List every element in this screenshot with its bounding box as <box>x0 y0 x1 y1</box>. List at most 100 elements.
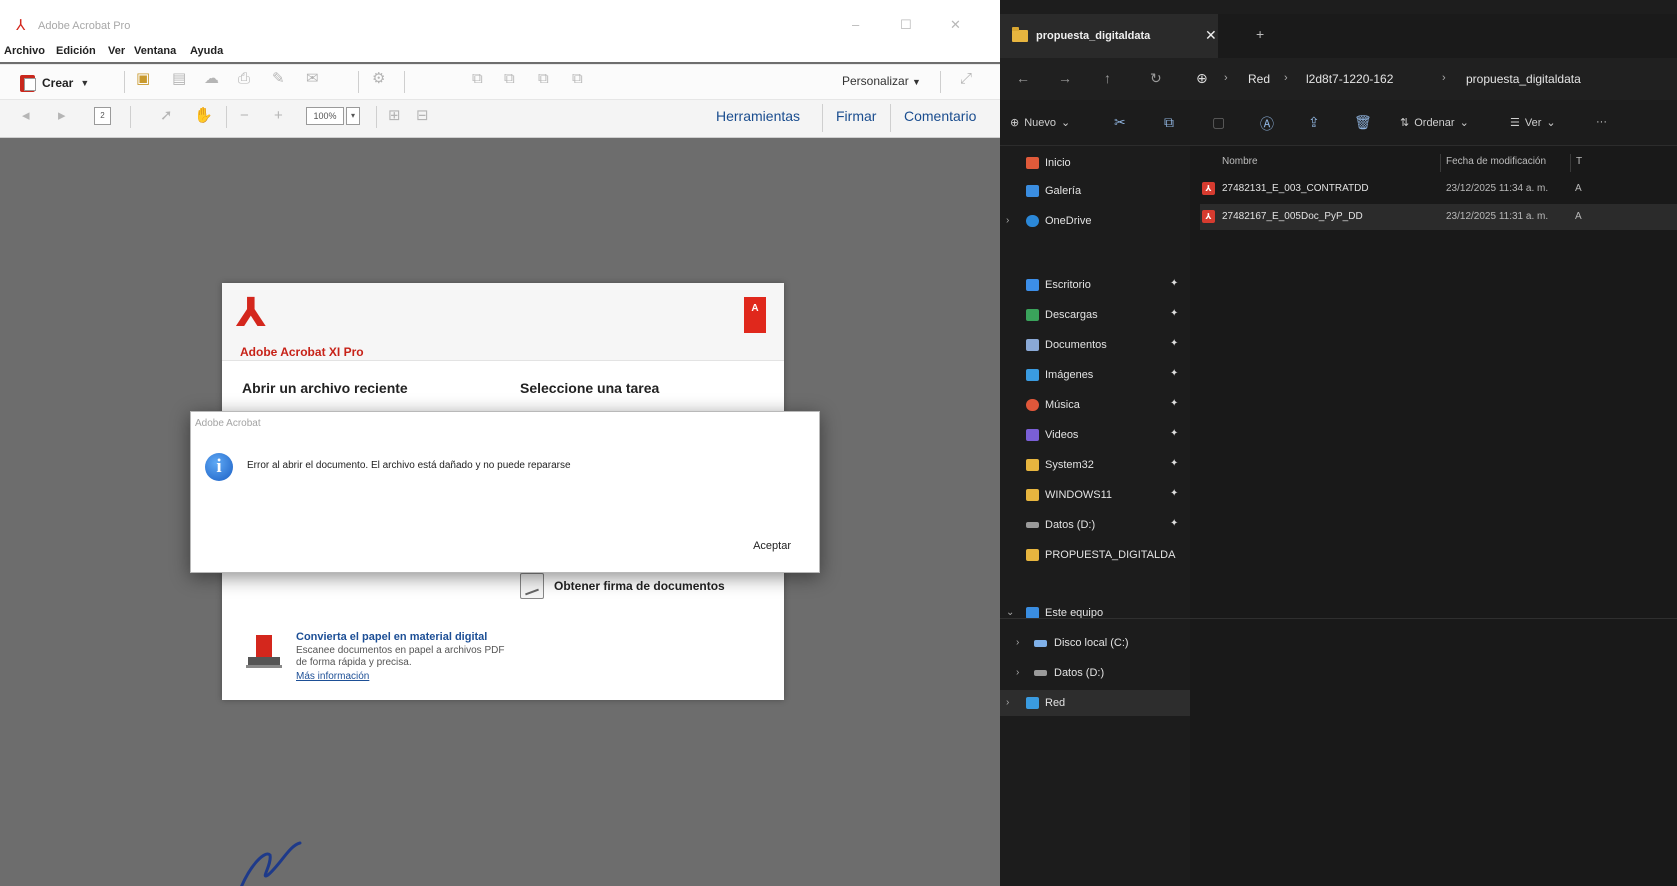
new-tab-icon[interactable]: + <box>1256 26 1264 42</box>
upload-icon[interactable]: ☁ <box>204 71 219 86</box>
nav-item-onedrive[interactable]: › OneDrive <box>1000 208 1190 234</box>
accept-button[interactable]: Aceptar <box>753 540 791 552</box>
copy-icon[interactable]: ⧉ <box>1164 114 1174 131</box>
nav-item-descargas[interactable]: Descargas ✦ <box>1000 302 1190 328</box>
menu-edicion[interactable]: Edición <box>56 45 96 57</box>
nav-label: Música <box>1045 399 1080 411</box>
previous-page-icon[interactable]: ◂ <box>22 108 30 123</box>
menu-ayuda[interactable]: Ayuda <box>190 45 223 57</box>
sign-panel-button[interactable]: Firmar <box>836 108 876 124</box>
nav-item-propuesta[interactable]: PROPUESTA_DIGITALDA <box>1000 542 1190 568</box>
sort-button[interactable]: ⇅ Ordenar ⌄ <box>1400 116 1469 130</box>
print-icon[interactable]: ⎙ <box>238 71 250 86</box>
view-button[interactable]: ☰ Ver ⌄ <box>1510 116 1556 130</box>
file-row[interactable]: ⅄ 27482167_E_005Doc_PyP_DD 23/12/2025 11… <box>1200 204 1677 230</box>
share-icon[interactable]: ⇪ <box>1308 114 1320 131</box>
scanner-icon <box>246 635 282 668</box>
nav-item-system32[interactable]: System32 ✦ <box>1000 452 1190 478</box>
export-icon[interactable]: ⧉ <box>504 71 515 86</box>
nav-item-datos[interactable]: › Datos (D:) <box>1000 660 1190 686</box>
chevron-right-icon[interactable]: › <box>1006 697 1009 708</box>
nav-item-galeria[interactable]: Galería <box>1000 178 1190 204</box>
zoom-in-icon[interactable]: + <box>274 108 283 123</box>
zoom-dropdown-icon[interactable]: ▾ <box>346 107 360 125</box>
forward-icon[interactable]: → <box>1058 70 1072 86</box>
select-tool-icon[interactable]: ➚ <box>160 108 173 123</box>
nav-item-imagenes[interactable]: Imágenes ✦ <box>1000 362 1190 388</box>
chevron-right-icon[interactable]: › <box>1006 215 1009 226</box>
nav-label: Documentos <box>1045 339 1107 351</box>
tools-panel-button[interactable]: Herramientas <box>716 108 800 124</box>
gear-icon[interactable]: ⚙ <box>372 71 385 86</box>
cloud-icon <box>1026 215 1039 227</box>
menu-ventana[interactable]: Ventana <box>134 45 176 57</box>
minimize-icon[interactable]: – <box>852 18 859 31</box>
nav-label: Videos <box>1045 429 1079 441</box>
zoom-level-input[interactable]: 100% <box>306 107 344 125</box>
rename-icon[interactable]: Ⓐ <box>1260 114 1274 134</box>
save-icon[interactable]: ▤ <box>172 71 186 86</box>
comment-panel-button[interactable]: Comentario <box>904 108 976 124</box>
hand-tool-icon[interactable]: ✋ <box>194 108 213 123</box>
next-page-icon[interactable]: ▸ <box>58 108 66 123</box>
nav-item-red[interactable]: › Red <box>1000 690 1190 716</box>
nav-item-escritorio[interactable]: Escritorio ✦ <box>1000 272 1190 298</box>
open-folder-icon[interactable]: ▣ <box>136 71 150 86</box>
breadcrumb-red[interactable]: Red <box>1248 72 1270 86</box>
fit-page-icon[interactable]: ⊞ <box>388 108 401 123</box>
close-icon[interactable]: ✕ <box>950 18 961 31</box>
explorer-tab[interactable]: propuesta_digitaldata ✕ <box>1000 14 1218 58</box>
promo-link[interactable]: Más información <box>296 671 369 682</box>
protect-icon[interactable]: ⧉ <box>572 71 583 86</box>
new-button[interactable]: ⊕ Nuevo ⌄ <box>1010 116 1070 130</box>
nav-item-documentos[interactable]: Documentos ✦ <box>1000 332 1190 358</box>
nav-item-este-equipo[interactable]: ⌄ Este equipo <box>1000 600 1190 626</box>
zoom-out-icon[interactable]: − <box>240 108 249 123</box>
nav-item-datos-pinned[interactable]: Datos (D:) ✦ <box>1000 512 1190 538</box>
breadcrumb-folder[interactable]: propuesta_digitaldata <box>1466 72 1581 86</box>
nav-item-videos[interactable]: Videos ✦ <box>1000 422 1190 448</box>
chevron-down-icon[interactable]: ⌄ <box>1006 607 1014 618</box>
customize-button[interactable]: Personalizar ▼ <box>842 74 921 88</box>
back-icon[interactable]: ← <box>1016 70 1030 86</box>
more-options-icon[interactable]: ··· <box>1596 116 1607 128</box>
edit-icon[interactable]: ✎ <box>272 71 285 86</box>
chevron-right-icon[interactable]: › <box>1016 637 1019 648</box>
breadcrumb-host[interactable]: l2d8t7-1220-162 <box>1306 72 1393 86</box>
customize-label: Personalizar <box>842 74 909 88</box>
file-row[interactable]: ⅄ 27482131_E_003_CONTRATDD 23/12/2025 11… <box>1200 176 1677 202</box>
page-number-input[interactable]: 2 <box>94 107 111 125</box>
delete-icon[interactable]: 🗑 <box>1354 114 1372 131</box>
nav-item-disco-local[interactable]: › Disco local (C:) <box>1000 630 1190 656</box>
email-icon[interactable]: ✉ <box>306 71 319 86</box>
column-header-name[interactable]: Nombre <box>1222 156 1258 167</box>
menu-bar: Archivo Edición Ver Ventana Ayuda <box>0 42 1000 62</box>
nav-item-windows11[interactable]: WINDOWS11 ✦ <box>1000 482 1190 508</box>
maximize-icon[interactable]: ☐ <box>900 18 912 31</box>
folder-icon <box>1026 549 1039 561</box>
nav-item-musica[interactable]: Música ✦ <box>1000 392 1190 418</box>
fit-width-icon[interactable]: ⊟ <box>416 108 429 123</box>
close-tab-icon[interactable]: ✕ <box>1205 27 1217 44</box>
cut-icon[interactable]: ✂ <box>1114 114 1126 131</box>
pin-icon: ✦ <box>1170 368 1179 379</box>
chevron-right-icon[interactable]: › <box>1016 667 1019 678</box>
column-header-date[interactable]: Fecha de modificación <box>1446 156 1546 167</box>
up-icon[interactable]: ↑ <box>1104 70 1111 86</box>
nav-label: Galería <box>1045 185 1082 197</box>
create-button[interactable]: Crear ▼ <box>20 72 89 94</box>
expand-icon[interactable]: ⤢ <box>960 71 972 86</box>
paste-icon[interactable]: ▢ <box>1212 114 1225 131</box>
nav-item-inicio[interactable]: Inicio <box>1000 150 1190 176</box>
forms-icon[interactable]: ⧉ <box>538 71 549 86</box>
column-separator[interactable] <box>1440 154 1441 172</box>
column-header-type[interactable]: T <box>1576 156 1582 167</box>
combine-icon[interactable]: ⧉ <box>472 71 483 86</box>
drive-icon <box>1026 522 1039 528</box>
explorer-tab-bar: propuesta_digitaldata ✕ + <box>1000 14 1677 58</box>
refresh-icon[interactable]: ↻ <box>1150 70 1162 87</box>
menu-ver[interactable]: Ver <box>108 45 125 57</box>
get-signature-task[interactable]: Obtener firma de documentos <box>520 573 725 599</box>
column-separator[interactable] <box>1570 154 1571 172</box>
menu-archivo[interactable]: Archivo <box>4 45 45 57</box>
